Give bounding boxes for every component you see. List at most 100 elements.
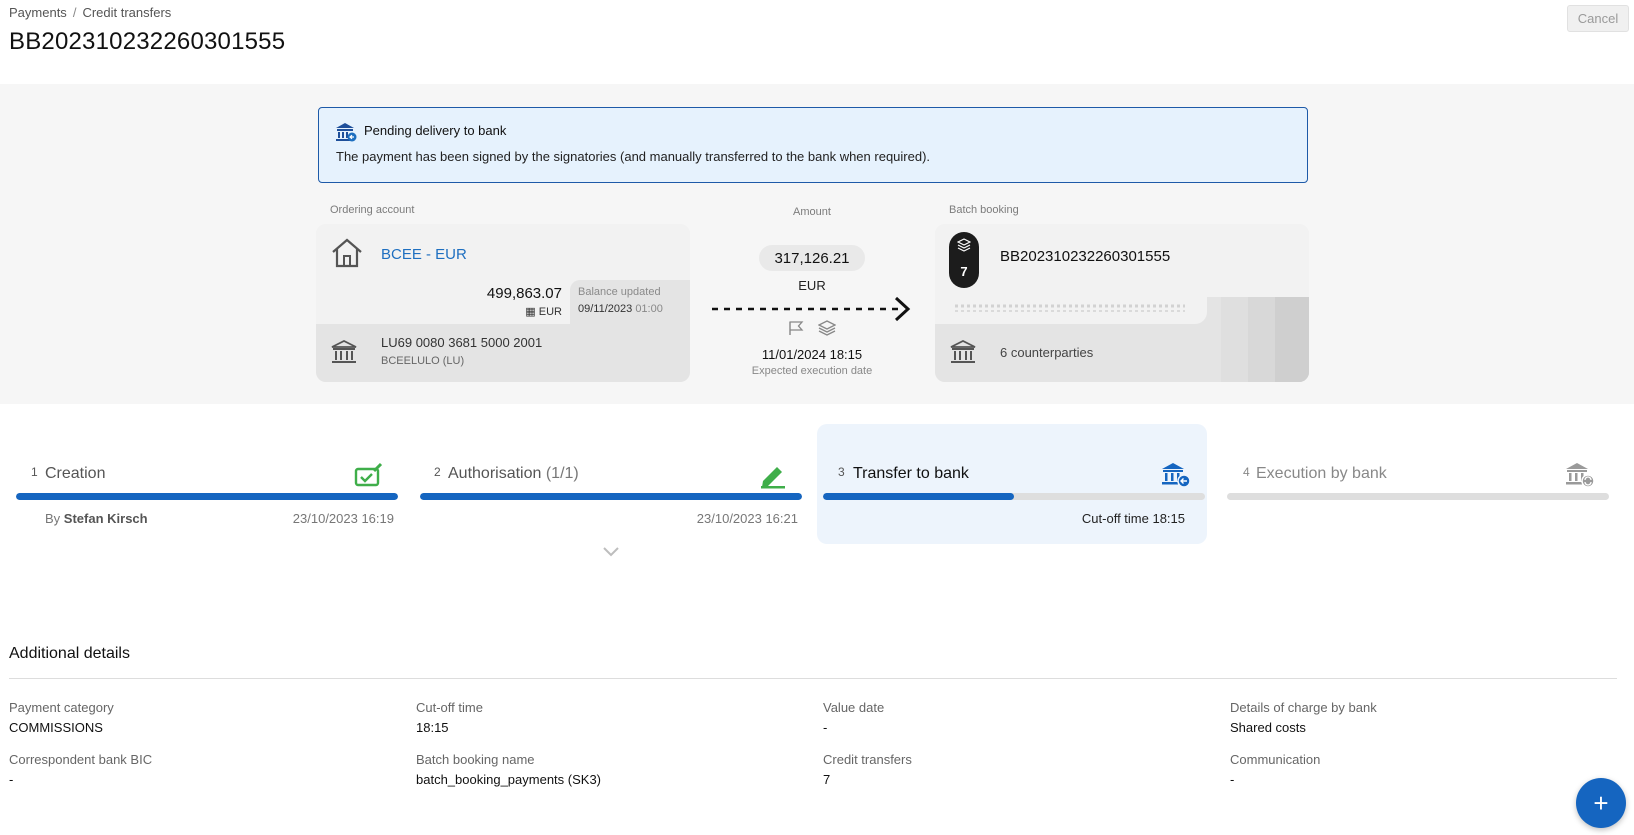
detail-label: Value date [823, 700, 885, 715]
bank-transfer-icon [1162, 463, 1191, 488]
detail-payment-category: Payment category COMMISSIONS [9, 700, 389, 735]
step-name-text: Authorisation [448, 465, 542, 482]
workflow-steps: 1 Creation By Stefan Kirsch 23/10/2023 1… [0, 424, 1634, 554]
step-number: 1 [31, 465, 38, 479]
detail-cut-off-time: Cut-off time 18:15 [416, 700, 796, 735]
step-number: 4 [1243, 465, 1250, 479]
step-progress-fill [823, 493, 1014, 500]
step-cutoff-time: Cut-off time 18:15 [1081, 511, 1185, 526]
step-name-sub: (1/1) [545, 465, 579, 482]
cancel-button[interactable]: Cancel [1567, 5, 1629, 32]
account-bic: BCEELULO (LU) [381, 355, 465, 367]
account-name-link[interactable]: BCEE - EUR [381, 246, 467, 263]
detail-label: Batch booking name [416, 752, 535, 767]
step-created-by: By Stefan Kirsch [45, 511, 148, 526]
step-number: 2 [434, 465, 441, 479]
step-progress-fill [16, 493, 398, 500]
step-date: 23/10/2023 16:19 [292, 511, 394, 526]
detail-value: 18:15 [416, 720, 449, 735]
ordering-account-card[interactable]: BCEE - EUR 499,863.07 ▦ EUR Balance upda… [316, 224, 690, 382]
detail-value: - [823, 720, 828, 735]
step-transfer-to-bank[interactable]: 3 Transfer to bank Cut-off time 18:15 [817, 424, 1207, 544]
step-name: Execution by bank [1256, 465, 1387, 482]
detail-credit-transfers: Credit transfers 7 [823, 752, 1203, 787]
bank-sync-icon [1566, 463, 1595, 488]
breadcrumb-separator: / [72, 5, 77, 20]
step-name: Creation [45, 465, 106, 482]
batch-booking-label: Batch booking [949, 204, 1019, 216]
balance-currency: ▦ EUR [525, 305, 562, 318]
status-banner: Pending delivery to bank The payment has… [318, 107, 1308, 183]
pen-icon [761, 467, 785, 489]
step-progress-bar [16, 493, 398, 500]
page-title: BB202310232260301555 [9, 28, 286, 55]
banner-description: The payment has been signed by the signa… [336, 149, 931, 164]
step-creation[interactable]: 1 Creation By Stefan Kirsch 23/10/2023 1… [14, 424, 404, 544]
account-card-top: BCEE - EUR 499,863.07 ▦ EUR Balance upda… [316, 224, 690, 324]
step-authorisation[interactable]: 2 Authorisation (1/1) 23/10/2023 16:21 [418, 424, 808, 544]
detail-value: batch_booking_payments (SK3) [416, 772, 602, 787]
step-by-prefix: By [45, 511, 61, 526]
detail-label: Correspondent bank BIC [9, 752, 153, 767]
execution-date-label: Expected execution date [751, 365, 873, 377]
layers-icon [818, 320, 836, 336]
step-progress-fill [420, 493, 802, 500]
detail-label: Payment category [9, 700, 114, 715]
detail-label: Details of charge by bank [1230, 700, 1377, 715]
detail-label: Credit transfers [823, 752, 912, 767]
balance-updated-date: 09/11/2023 01:00 [578, 303, 663, 315]
breadcrumb-payments[interactable]: Payments [9, 5, 67, 20]
step-date: 23/10/2023 16:21 [696, 511, 798, 526]
batch-count-badge: 7 [949, 232, 979, 288]
section-divider [9, 678, 1617, 679]
detail-label: Cut-off time [416, 700, 483, 715]
breadcrumb: Payments / Credit transfers [9, 5, 171, 20]
detail-communication: Communication - [1230, 752, 1610, 787]
amount-currency: EUR [798, 278, 826, 293]
batch-reference: BB202310232260301555 [1000, 248, 1171, 265]
detail-value: Shared costs [1230, 720, 1306, 735]
balance-currency-text: EUR [538, 306, 562, 318]
account-card-bottom: LU69 0080 3681 5000 2001 BCEELULO (LU) [316, 324, 690, 382]
detail-charge-by-bank: Details of charge by bank Shared costs [1230, 700, 1610, 735]
breadcrumb-credit-transfers[interactable]: Credit transfers [82, 5, 171, 20]
add-button[interactable]: + [1576, 778, 1626, 828]
dashed-arrow-icon [712, 296, 911, 322]
detail-batch-booking-name: Batch booking name batch_booking_payment… [416, 752, 796, 787]
detail-label: Communication [1230, 752, 1321, 767]
detail-value: 7 [823, 772, 831, 787]
batch-card-notch [1185, 297, 1207, 324]
chevron-down-icon[interactable] [602, 545, 620, 559]
detail-value: - [9, 772, 14, 787]
edit-check-icon [354, 462, 383, 487]
balance-updated-day: 09/11/2023 [578, 303, 633, 315]
step-execution-by-bank[interactable]: 4 Execution by bank [1225, 424, 1615, 544]
bank-icon [950, 339, 976, 363]
coins-icon: ▦ [525, 306, 536, 318]
account-balance: 499,863.07 [486, 285, 562, 302]
execution-date: 11/01/2024 18:15 [761, 347, 863, 362]
detail-correspondent-bic: Correspondent bank BIC - [9, 752, 389, 787]
step-name: Transfer to bank [853, 465, 969, 482]
flag-icon [789, 321, 804, 335]
amount-value: 317,126.21 [759, 245, 865, 271]
step-progress-bar [823, 493, 1205, 500]
stack-icon [957, 238, 971, 252]
ordering-account-label: Ordering account [330, 204, 415, 216]
step-user[interactable]: Stefan Kirsch [64, 511, 148, 526]
batch-count: 7 [960, 264, 968, 279]
detail-value: - [1230, 772, 1235, 787]
bank-icon [331, 339, 357, 363]
balance-updated-time: 01:00 [635, 303, 663, 315]
balance-updated-label: Balance updated [578, 286, 661, 298]
batch-booking-card[interactable]: 7 BB202310232260301555 6 counterparties [935, 224, 1309, 382]
step-number: 3 [838, 465, 845, 479]
stacked-cards-decoration [1193, 297, 1309, 382]
step-name: Authorisation (1/1) [448, 465, 579, 483]
banner-title: Pending delivery to bank [364, 123, 507, 138]
balance-updated-box: Balance updated 09/11/2023 01:00 [570, 280, 690, 324]
step-progress-bar [420, 493, 802, 500]
detail-value-date: Value date - [823, 700, 1203, 735]
additional-details-title: Additional details [9, 645, 130, 662]
home-icon [332, 238, 362, 268]
